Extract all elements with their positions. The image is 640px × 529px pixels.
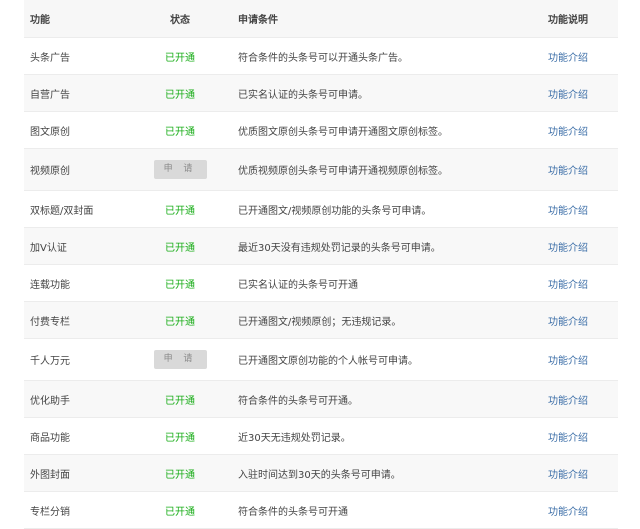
status-cell: 申 请: [128, 160, 232, 179]
description-cell: 功能介绍: [542, 313, 618, 328]
feature-name: 头条广告: [30, 52, 70, 64]
header-status: 状态: [170, 15, 190, 26]
header-feature: 功能: [30, 15, 50, 26]
feature-intro-link[interactable]: 功能介绍: [548, 356, 588, 367]
feature-name: 商品功能: [30, 432, 70, 444]
condition-text: 近30天无违规处罚记录。: [238, 432, 351, 444]
status-cell: 已开通: [128, 429, 232, 444]
feature-intro-link[interactable]: 功能介绍: [548, 206, 588, 217]
feature-intro-link[interactable]: 功能介绍: [548, 127, 588, 138]
status-opened-label: 已开通: [165, 316, 195, 328]
condition-text: 已实名认证的头条号可申请。: [238, 89, 368, 101]
description-cell: 功能介绍: [542, 123, 618, 138]
description-cell: 功能介绍: [542, 276, 618, 291]
status-cell: 已开通: [128, 239, 232, 254]
status-cell: 已开通: [128, 503, 232, 518]
table-body: 头条广告 已开通 符合条件的头条号可以开通头条广告。 功能介绍 自营广告 已开通 已实名认证…: [24, 38, 618, 529]
table-row: 图文原创 已开通 优质图文原创头条号可申请开通图文原创标签。 功能介绍: [24, 112, 618, 149]
status-opened-label: 已开通: [165, 205, 195, 217]
feature-name: 千人万元: [30, 356, 70, 367]
table-row: 付费专栏 已开通 已开通图文/视频原创；无违规记录。 功能介绍: [24, 302, 618, 339]
feature-intro-link[interactable]: 功能介绍: [548, 317, 588, 328]
apply-button[interactable]: 申 请: [153, 350, 207, 369]
status-opened-label: 已开通: [165, 89, 195, 101]
header-condition: 申请条件: [238, 15, 278, 26]
condition-text: 最近30天没有违规处罚记录的头条号可申请。: [238, 242, 441, 254]
feature-name: 外图封面: [30, 469, 70, 481]
status-opened-label: 已开通: [165, 395, 195, 407]
status-opened-label: 已开通: [165, 506, 195, 518]
table-row: 加V认证 已开通 最近30天没有违规处罚记录的头条号可申请。 功能介绍: [24, 228, 618, 265]
condition-text: 符合条件的头条号可开通: [238, 506, 348, 518]
condition-text: 已开通图文/视频原创功能的头条号可申请。: [238, 205, 432, 217]
status-cell: 申 请: [128, 350, 232, 369]
table-row: 商品功能 已开通 近30天无违规处罚记录。 功能介绍: [24, 418, 618, 455]
feature-name: 专栏分销: [30, 506, 70, 518]
description-cell: 功能介绍: [542, 202, 618, 217]
description-cell: 功能介绍: [542, 86, 618, 101]
feature-intro-link[interactable]: 功能介绍: [548, 166, 588, 177]
status-cell: 已开通: [128, 313, 232, 328]
status-cell: 已开通: [128, 202, 232, 217]
feature-name: 视频原创: [30, 166, 70, 177]
status-opened-label: 已开通: [165, 279, 195, 291]
feature-intro-link[interactable]: 功能介绍: [548, 53, 588, 64]
condition-text: 入驻时间达到30天的头条号可申请。: [238, 469, 401, 481]
table-row: 双标题/双封面 已开通 已开通图文/视频原创功能的头条号可申请。 功能介绍: [24, 191, 618, 228]
description-cell: 功能介绍: [542, 392, 618, 407]
condition-text: 优质图文原创头条号可申请开通图文原创标签。: [238, 126, 448, 138]
apply-button[interactable]: 申 请: [153, 160, 207, 179]
status-opened-label: 已开通: [165, 242, 195, 254]
feature-name: 付费专栏: [30, 316, 70, 328]
condition-text: 已开通图文原创功能的个人帐号可申请。: [238, 356, 418, 367]
table-header: 功能 状态 申请条件 功能说明: [24, 0, 618, 38]
description-cell: 功能介绍: [542, 162, 618, 177]
feature-intro-link[interactable]: 功能介绍: [548, 433, 588, 444]
table-row: 自营广告 已开通 已实名认证的头条号可申请。 功能介绍: [24, 75, 618, 112]
feature-intro-link[interactable]: 功能介绍: [548, 470, 588, 481]
table-row: 外图封面 已开通 入驻时间达到30天的头条号可申请。 功能介绍: [24, 455, 618, 492]
status-opened-label: 已开通: [165, 126, 195, 138]
description-cell: 功能介绍: [542, 466, 618, 481]
description-cell: 功能介绍: [542, 239, 618, 254]
header-description: 功能说明: [548, 15, 588, 26]
status-cell: 已开通: [128, 466, 232, 481]
feature-intro-link[interactable]: 功能介绍: [548, 280, 588, 291]
table-row: 专栏分销 已开通 符合条件的头条号可开通 功能介绍: [24, 492, 618, 529]
status-cell: 已开通: [128, 276, 232, 291]
status-cell: 已开通: [128, 392, 232, 407]
status-opened-label: 已开通: [165, 469, 195, 481]
feature-intro-link[interactable]: 功能介绍: [548, 507, 588, 518]
table-row: 优化助手 已开通 符合条件的头条号可开通。 功能介绍: [24, 381, 618, 418]
status-cell: 已开通: [128, 49, 232, 64]
table-row: 头条广告 已开通 符合条件的头条号可以开通头条广告。 功能介绍: [24, 38, 618, 75]
status-cell: 已开通: [128, 123, 232, 138]
condition-text: 已开通图文/视频原创；无违规记录。: [238, 316, 402, 328]
feature-name: 图文原创: [30, 126, 70, 138]
table-row: 连载功能 已开通 已实名认证的头条号可开通 功能介绍: [24, 265, 618, 302]
condition-text: 符合条件的头条号可以开通头条广告。: [238, 52, 408, 64]
status-opened-label: 已开通: [165, 432, 195, 444]
description-cell: 功能介绍: [542, 49, 618, 64]
description-cell: 功能介绍: [542, 429, 618, 444]
condition-text: 已实名认证的头条号可开通: [238, 279, 358, 291]
feature-intro-link[interactable]: 功能介绍: [548, 396, 588, 407]
table-row: 视频原创 申 请 优质视频原创头条号可申请开通视频原创标签。 功能介绍: [24, 149, 618, 191]
description-cell: 功能介绍: [542, 503, 618, 518]
feature-name: 优化助手: [30, 395, 70, 407]
table-row: 千人万元 申 请 已开通图文原创功能的个人帐号可申请。 功能介绍: [24, 339, 618, 381]
feature-intro-link[interactable]: 功能介绍: [548, 243, 588, 254]
status-opened-label: 已开通: [165, 52, 195, 64]
feature-name: 连载功能: [30, 279, 70, 291]
condition-text: 符合条件的头条号可开通。: [238, 395, 358, 407]
condition-text: 优质视频原创头条号可申请开通视频原创标签。: [238, 166, 448, 177]
feature-name: 自营广告: [30, 89, 70, 101]
feature-name: 加V认证: [30, 242, 67, 254]
feature-name: 双标题/双封面: [30, 205, 94, 217]
description-cell: 功能介绍: [542, 352, 618, 367]
feature-intro-link[interactable]: 功能介绍: [548, 90, 588, 101]
features-table: 功能 状态 申请条件 功能说明 头条广告 已开通 符合条件的头条号可以开通头条广告。…: [24, 0, 618, 529]
status-cell: 已开通: [128, 86, 232, 101]
